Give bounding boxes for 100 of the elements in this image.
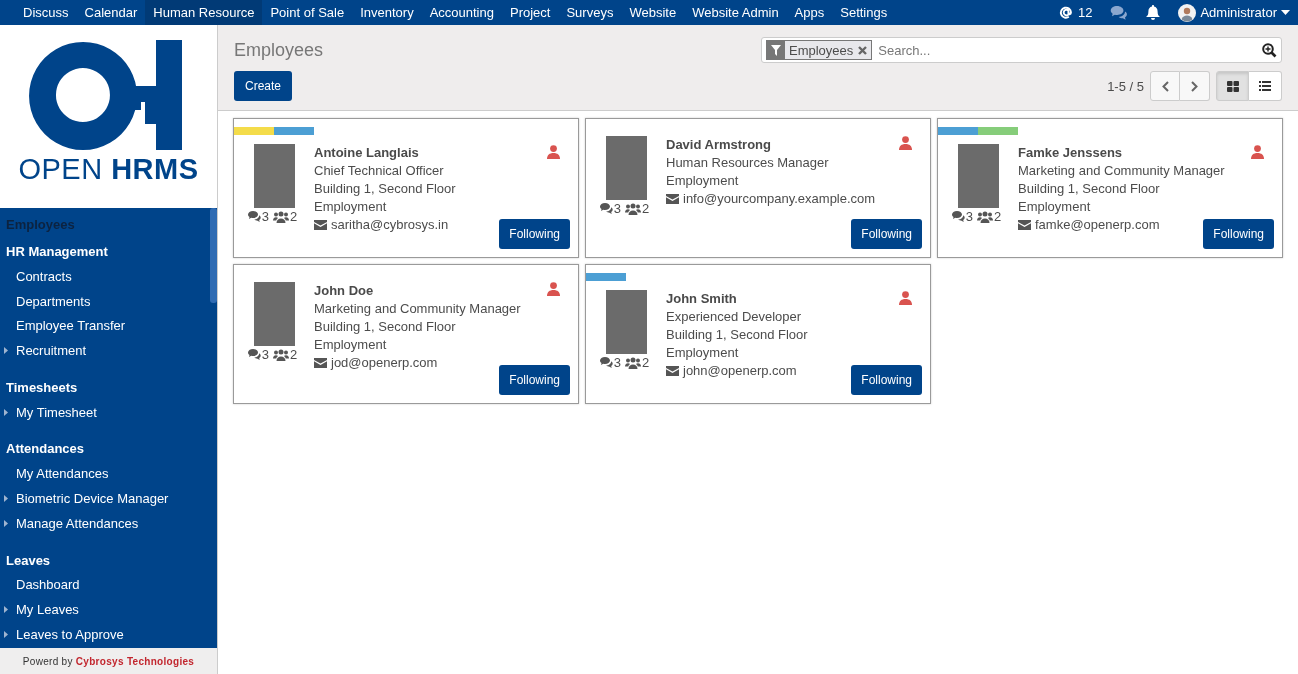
- employee-name: Famke Jenssens: [1018, 144, 1123, 162]
- chat-icon: [599, 203, 613, 214]
- message-count: 3: [965, 209, 973, 224]
- contract-type: Employment: [666, 344, 739, 362]
- users-icon: [273, 210, 289, 223]
- grid-icon: [1226, 80, 1239, 92]
- menu-item[interactable]: Biometric Device Manager: [0, 486, 208, 511]
- work-location: Building 1, Second Floor: [1018, 180, 1160, 198]
- list-icon: [1259, 81, 1271, 91]
- employee-card[interactable]: 3 2 Famke Jenssens Marketing and Community Manager Building 1, Second Floor Employment famke@openerp.com Following: [937, 118, 1283, 258]
- filter-facet[interactable]: Employees: [766, 40, 873, 60]
- envelope-icon: [314, 220, 327, 230]
- work-location: Building 1, Second Floor: [314, 180, 456, 198]
- menu-item[interactable]: Departments: [0, 288, 208, 314]
- person-icon: [547, 145, 560, 159]
- employee-card[interactable]: 3 2 John Doe Marketing and Community Manager Building 1, Second Floor Employment jod@openerp.com Following: [233, 264, 579, 404]
- follower-count: 2: [642, 355, 650, 370]
- email-address: info@yourcompany.example.com: [683, 190, 876, 208]
- contract-type: Employment: [666, 172, 739, 190]
- search-field[interactable]: Employees Search...: [761, 37, 1282, 63]
- kanban-view-button[interactable]: [1216, 71, 1249, 101]
- message-count: 3: [261, 347, 269, 362]
- following-button[interactable]: Following: [851, 365, 922, 395]
- menu-item[interactable]: Inventory: [352, 0, 422, 25]
- menu-item[interactable]: My Leaves: [0, 597, 208, 622]
- following-button[interactable]: Following: [499, 219, 570, 249]
- employee-name: John Doe: [314, 282, 374, 300]
- person-icon: [547, 282, 560, 296]
- chevron-right-icon: [1191, 80, 1198, 92]
- photo-placeholder: [253, 144, 295, 208]
- previous-button[interactable]: [1150, 71, 1180, 101]
- follower-count: 2: [642, 201, 650, 216]
- pager-value: 1-5 / 5: [1107, 78, 1144, 94]
- email-address: john@openerp.com: [683, 362, 797, 380]
- menu-item[interactable]: Discuss: [15, 0, 77, 25]
- menu-item[interactable]: Recruitment: [0, 338, 208, 363]
- menu-item[interactable]: Accounting: [421, 0, 502, 25]
- following-button[interactable]: Following: [499, 365, 570, 395]
- menu-item[interactable]: Leaves to Approve: [0, 621, 208, 647]
- chevron-left-icon: [1161, 80, 1169, 92]
- following-button[interactable]: Following: [851, 219, 922, 249]
- user-menu[interactable]: Administrator: [1169, 0, 1298, 25]
- photo-placeholder: [957, 144, 999, 208]
- message-count: 3: [613, 355, 621, 370]
- powered-by-text: Powerd by Cybrosys Technologies: [22, 655, 195, 667]
- contract-type: Employment: [1018, 198, 1091, 216]
- chat-icon: [247, 211, 261, 222]
- users-icon: [273, 348, 289, 361]
- chat-icon: [247, 349, 261, 360]
- following-button[interactable]: Following: [1203, 219, 1274, 249]
- menu-heading: Attendances: [5, 440, 86, 459]
- menu-item[interactable]: Point of Sale: [262, 0, 353, 25]
- list-view-button[interactable]: [1249, 71, 1282, 101]
- menu-item[interactable]: Surveys: [558, 0, 622, 25]
- scrollbar[interactable]: [210, 208, 217, 303]
- users-icon: [625, 202, 641, 215]
- at-icon: [1058, 5, 1074, 20]
- work-location: Building 1, Second Floor: [666, 326, 808, 344]
- photo-placeholder: [605, 290, 647, 354]
- menu-item[interactable]: Employee Transfer: [0, 313, 208, 339]
- menu-item[interactable]: My Timesheet: [0, 399, 208, 425]
- email-address: saritha@cybrosys.in: [331, 216, 449, 234]
- chat-icon: [599, 357, 613, 368]
- person-icon: [1251, 145, 1264, 159]
- remove-icon[interactable]: [858, 45, 868, 55]
- menu-item[interactable]: Contracts: [0, 264, 208, 289]
- menu-item[interactable]: Dashboard: [0, 572, 208, 598]
- menu-item[interactable]: Human Resource: [145, 0, 263, 25]
- menu-item[interactable]: My Attendances: [0, 461, 208, 487]
- chat-icon[interactable]: [1110, 5, 1129, 20]
- email-address: famke@openerp.com: [1035, 216, 1160, 234]
- breadcrumb: Employees: [234, 39, 324, 61]
- menu-item[interactable]: Calendar: [76, 0, 146, 25]
- employee-card[interactable]: 3 2 David Armstrong Human Resources Manager Employment info@yourcompany.example.com Following: [585, 118, 931, 258]
- work-location: Building 1, Second Floor: [314, 318, 456, 336]
- next-button[interactable]: [1180, 71, 1210, 101]
- menu-item[interactable]: Settings: [832, 0, 896, 25]
- job-title: Experienced Developer: [666, 308, 802, 326]
- menu-item[interactable]: Apps: [786, 0, 833, 25]
- contract-type: Employment: [314, 198, 387, 216]
- menu-item[interactable]: Project: [501, 0, 559, 25]
- create-button[interactable]: Create: [234, 71, 293, 101]
- envelope-icon: [666, 366, 679, 376]
- menu-heading: HR Management: [5, 243, 109, 261]
- bell-icon[interactable]: [1146, 5, 1161, 20]
- photo-placeholder: [253, 282, 295, 346]
- avatar-icon: [1178, 3, 1197, 22]
- menu-item[interactable]: Website Admin: [684, 0, 787, 25]
- job-title: Marketing and Community Manager: [1018, 162, 1225, 180]
- job-title: Marketing and Community Manager: [314, 300, 521, 318]
- message-count: 3: [613, 201, 621, 216]
- job-title: Chief Technical Officer: [314, 162, 444, 180]
- menu-item[interactable]: Manage Attendances: [0, 510, 208, 536]
- search-icon[interactable]: [1262, 42, 1277, 58]
- follower-count: 2: [290, 347, 298, 362]
- employee-name: Antoine Langlais: [314, 144, 419, 162]
- employee-card[interactable]: 3 2 John Smith Experienced Developer Building 1, Second Floor Employment john@openerp.com Following: [585, 264, 931, 404]
- menu-item[interactable]: Website: [621, 0, 685, 25]
- mentions-button[interactable]: 12: [1049, 0, 1102, 25]
- employee-card[interactable]: 3 2 Antoine Langlais Chief Technical Officer Building 1, Second Floor Employment saritha@cybrosys.in Following: [233, 118, 579, 258]
